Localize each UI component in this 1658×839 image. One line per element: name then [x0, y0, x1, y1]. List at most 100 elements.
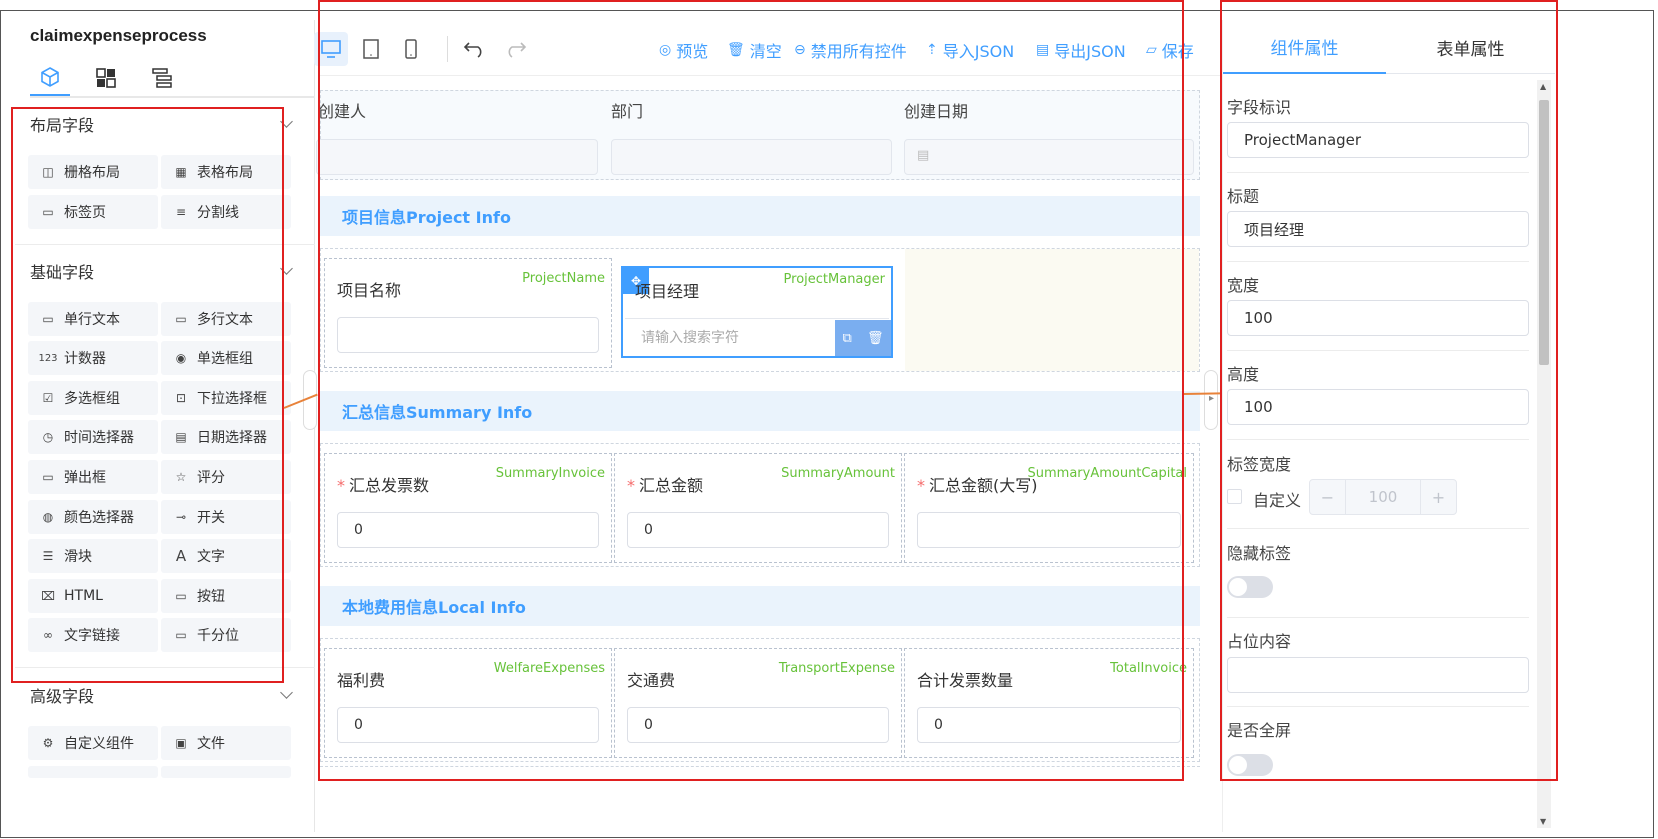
widget-time-picker[interactable]: ◷ 时间选择器	[28, 420, 158, 454]
fullscreen-label: 是否全屏	[1227, 721, 1292, 740]
height-input[interactable]: 100	[1227, 389, 1529, 425]
field-id-input[interactable]: ProjectManager	[1227, 122, 1529, 158]
scrollbar-thumb[interactable]	[1539, 100, 1549, 365]
preview-label: 预览	[676, 42, 709, 61]
field-project-manager[interactable]: ✥ 项目经理 ProjectManager 请输入搜索字符 ⧉ 🗑	[621, 266, 893, 358]
widget-panel-tabs	[30, 60, 315, 98]
total-invoice-input[interactable]: 0	[917, 707, 1181, 743]
field-summary-invoice[interactable]: * 汇总发票数 SummaryInvoice 0	[324, 453, 612, 563]
field-key-tag: ProjectManager	[783, 272, 885, 287]
widget-popup[interactable]: ▭ 弹出框	[28, 460, 158, 494]
section-summary-info[interactable]: 汇总信息Summary Info	[320, 391, 1200, 431]
widget-partial[interactable]	[28, 766, 158, 778]
tab-component-props[interactable]: 组件属性	[1223, 20, 1386, 74]
department-input[interactable]	[611, 139, 892, 175]
tab-templates[interactable]	[86, 60, 126, 96]
widget-link[interactable]: ∞ 文字链接	[28, 618, 158, 652]
custom-checkbox[interactable]	[1227, 489, 1242, 504]
field-welfare-expenses[interactable]: 福利费 WelfareExpenses 0	[324, 648, 612, 758]
widget-checkbox[interactable]: ☑ 多选框组	[28, 381, 158, 415]
save-button[interactable]: ▱ 保存	[1146, 38, 1194, 62]
widget-switch[interactable]: ⊸ 开关	[161, 500, 291, 534]
widget-text[interactable]: A 文字	[161, 539, 291, 573]
tab-outline[interactable]	[142, 60, 182, 96]
project-name-input[interactable]	[337, 317, 599, 353]
preview-button[interactable]: ◎ 预览	[659, 38, 708, 62]
summary-invoice-input[interactable]: 0	[337, 512, 599, 548]
field-total-invoice[interactable]: 合计发票数量 TotalInvoice 0	[904, 648, 1194, 758]
disable-all-button[interactable]: ⊖ 禁用所有控件	[794, 38, 907, 62]
created-date-input[interactable]: ▤	[904, 139, 1194, 175]
widget-label: 日期选择器	[197, 430, 267, 446]
undo-button[interactable]	[458, 32, 492, 66]
import-json-button[interactable]: ⇡ 导入JSON	[926, 38, 1014, 62]
summary-amount-capital-input[interactable]	[917, 512, 1181, 548]
redo-button[interactable]	[498, 32, 532, 66]
clear-label: 清空	[749, 42, 782, 61]
field-summary-amount-capital[interactable]: * 汇总金额(大写) SummaryAmountCapital	[904, 453, 1194, 563]
field-project-name[interactable]: 项目名称 ProjectName	[324, 258, 612, 368]
widget-html[interactable]: ⌧ HTML	[28, 579, 158, 613]
widget-radio[interactable]: ◉ 单选框组	[161, 341, 291, 375]
field-summary-amount[interactable]: * 汇总金额 SummaryAmount 0	[614, 453, 902, 563]
export-json-button[interactable]: ▤ 导出JSON	[1036, 38, 1126, 62]
delete-icon[interactable]: 🗑	[867, 331, 884, 346]
widget-custom-component[interactable]: ⚙ 自定义组件	[28, 726, 158, 760]
chevron-down-icon	[280, 115, 293, 128]
tab-components[interactable]	[30, 60, 70, 96]
widget-table-layout[interactable]: ▦ 表格布局	[161, 155, 291, 189]
tablet-view-button[interactable]	[354, 32, 388, 66]
hide-label-switch[interactable]	[1227, 576, 1273, 598]
welfare-expenses-input[interactable]: 0	[337, 707, 599, 743]
widget-date-picker[interactable]: ▤ 日期选择器	[161, 420, 291, 454]
label-text: 项目经理	[635, 282, 700, 301]
fullscreen-switch[interactable]	[1227, 754, 1273, 776]
desktop-view-button[interactable]	[314, 32, 348, 66]
label-width-stepper[interactable]: − 100 +	[1309, 479, 1457, 515]
widget-file[interactable]: ▣ 文件	[161, 726, 291, 760]
designer-canvas-area: ◎ 预览 🗑 清空 ⊖ 禁用所有控件 ⇡ 导入JSON ▤ 导出JSON ▱ 保存 创建人 …	[314, 20, 1220, 832]
section-title: 汇总信息Summary Info	[342, 403, 533, 422]
right-panel-collapse-handle[interactable]: ▸	[1204, 370, 1218, 430]
section-layout-fields[interactable]: 布局字段	[15, 104, 315, 144]
widget-slider[interactable]: ☰ 滑块	[28, 539, 158, 573]
widget-thousands[interactable]: ▭ 千分位	[161, 618, 291, 652]
tab-form-props[interactable]: 表单属性	[1388, 20, 1553, 74]
minus-icon[interactable]: −	[1310, 480, 1346, 514]
copy-icon[interactable]: ⧉	[843, 331, 852, 346]
widget-grid-layout[interactable]: ◫ 栅格布局	[28, 155, 158, 189]
widget-tabs[interactable]: ▭ 标签页	[28, 195, 158, 229]
scroll-down-icon[interactable]: ▼	[1540, 817, 1546, 826]
clear-button[interactable]: 🗑 清空	[727, 38, 782, 62]
creator-input[interactable]	[316, 139, 598, 175]
summary-amount-input[interactable]: 0	[627, 512, 889, 548]
field-key-tag: SummaryAmountCapital	[1027, 466, 1188, 481]
transport-expense-input[interactable]: 0	[627, 707, 889, 743]
label-width-value[interactable]: 100	[1346, 480, 1420, 514]
mobile-view-button[interactable]	[394, 32, 428, 66]
plus-icon[interactable]: +	[1420, 480, 1456, 514]
section-basic-fields[interactable]: 基础字段	[15, 251, 315, 291]
widget-textarea[interactable]: ▭ 多行文本	[161, 302, 291, 336]
widget-select[interactable]: ⊡ 下拉选择框	[161, 381, 291, 415]
field-transport-expense[interactable]: 交通费 TransportExpense 0	[614, 648, 902, 758]
title-input[interactable]: 项目经理	[1227, 211, 1529, 247]
palette-icon: ◍	[42, 510, 54, 524]
section-project-info[interactable]: 项目信息Project Info	[320, 196, 1200, 236]
widget-button[interactable]: ▭ 按钮	[161, 579, 291, 613]
scroll-up-icon[interactable]: ▲	[1540, 82, 1546, 91]
widget-partial[interactable]	[161, 766, 291, 778]
widget-color-picker[interactable]: ◍ 颜色选择器	[28, 500, 158, 534]
field-action-bar: ⧉ 🗑	[835, 320, 891, 356]
placeholder-input[interactable]	[1227, 657, 1529, 693]
widget-rate[interactable]: ☆ 评分	[161, 460, 291, 494]
widget-number[interactable]: 123 计数器	[28, 341, 158, 375]
section-advanced-fields[interactable]: 高级字段	[15, 675, 315, 715]
width-input[interactable]: 100	[1227, 300, 1529, 336]
widget-input[interactable]: ▭ 单行文本	[28, 302, 158, 336]
section-local-info[interactable]: 本地费用信息Local Info	[320, 586, 1200, 626]
widget-divider[interactable]: ≡ 分割线	[161, 195, 291, 229]
properties-scrollbar[interactable]: ▲ ▼	[1537, 80, 1551, 828]
star-icon: ☆	[175, 470, 187, 484]
field-key-tag: WelfareExpenses	[493, 661, 605, 676]
